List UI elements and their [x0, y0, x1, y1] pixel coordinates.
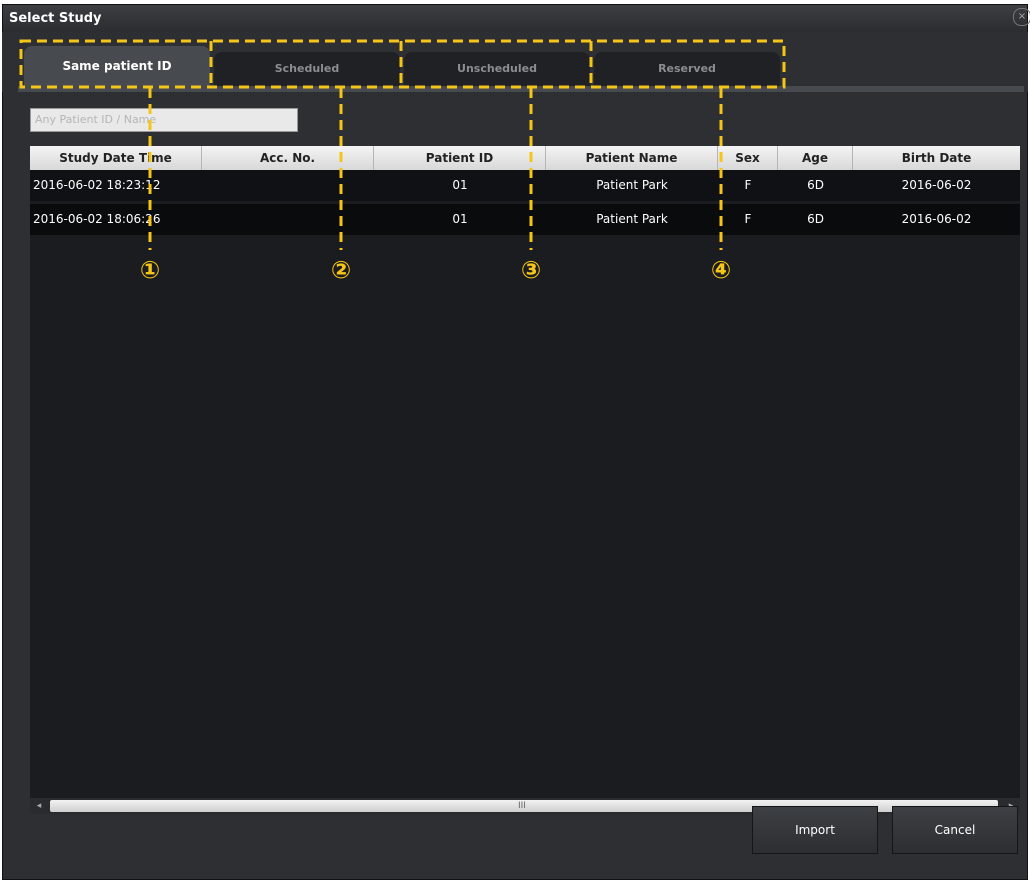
cell-sex: F	[744, 212, 752, 226]
cell-age: 6D	[807, 178, 824, 192]
cell-birth-date: 2016-06-02	[901, 178, 972, 192]
cell-patient-name: Patient Park	[596, 212, 668, 226]
column-header-birth-date[interactable]: Birth Date	[853, 146, 1020, 170]
tab-same-patient-id[interactable]: Same patient ID	[24, 46, 210, 86]
cell-study-date-time: 2016-06-02 18:23:12	[33, 178, 161, 192]
close-icon[interactable]: ×	[1013, 8, 1030, 26]
study-table: Study Date Time Acc. No. Patient ID Pati…	[30, 146, 1020, 798]
tab-scheduled[interactable]: Scheduled	[214, 52, 400, 86]
cell-patient-id: 01	[452, 212, 468, 226]
cell-age: 6D	[807, 212, 824, 226]
cell-patient-id: 01	[452, 178, 468, 192]
cancel-button[interactable]: Cancel	[892, 806, 1018, 854]
column-header-sex[interactable]: Sex	[718, 146, 778, 170]
title-bar: Select Study ×	[3, 5, 1030, 33]
search-input[interactable]: Any Patient ID / Name	[30, 108, 298, 132]
callout-marker-4: ④	[710, 256, 732, 284]
scroll-left-icon[interactable]: ◂	[32, 799, 46, 813]
table-row[interactable]: 2016-06-02 18:23:12 01 Patient Park F 6D…	[30, 170, 1020, 201]
callout-marker-1: ①	[139, 256, 161, 284]
cell-acc-no	[202, 204, 374, 235]
table-row[interactable]: 2016-06-02 18:06:26 01 Patient Park F 6D…	[30, 204, 1020, 235]
column-header-acc-no[interactable]: Acc. No.	[202, 146, 374, 170]
cell-study-date-time: 2016-06-02 18:06:26	[33, 212, 161, 226]
column-header-age[interactable]: Age	[778, 146, 853, 170]
column-header-study-date-time[interactable]: Study Date Time	[30, 146, 202, 170]
tab-reserved[interactable]: Reserved	[594, 52, 780, 86]
import-button[interactable]: Import	[752, 806, 878, 854]
cell-patient-name: Patient Park	[596, 178, 668, 192]
cell-acc-no	[202, 170, 374, 201]
table-header: Study Date Time Acc. No. Patient ID Pati…	[30, 146, 1020, 170]
column-header-patient-name[interactable]: Patient Name	[546, 146, 718, 170]
cell-birth-date: 2016-06-02	[901, 212, 972, 226]
column-header-patient-id[interactable]: Patient ID	[374, 146, 546, 170]
callout-marker-3: ③	[520, 256, 542, 284]
tab-unscheduled[interactable]: Unscheduled	[404, 52, 590, 86]
cell-sex: F	[744, 178, 752, 192]
dialog-title: Select Study	[9, 11, 102, 26]
callout-marker-2: ②	[330, 256, 352, 284]
scrollbar-grip: III	[518, 801, 526, 811]
